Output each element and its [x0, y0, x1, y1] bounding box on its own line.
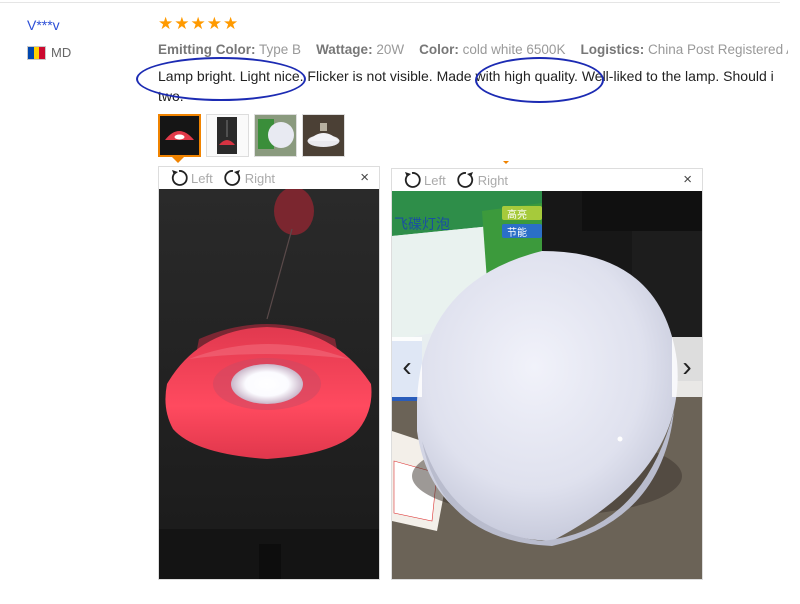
- thumbnail-lamp-hanging[interactable]: [206, 114, 249, 157]
- attr-value: cold white 6500K: [462, 42, 566, 57]
- star-icon: ★: [223, 14, 239, 33]
- star-icon: ★: [174, 14, 190, 33]
- ufo-lamp-photo: 飞碟灯泡 高亮 节能: [392, 191, 702, 579]
- country-code: MD: [51, 45, 72, 60]
- annotation-ellipse: [475, 57, 604, 103]
- review-photo-red-lamp: [159, 189, 379, 579]
- thumbnail-lamp-box[interactable]: [254, 114, 297, 157]
- box-chinese-text: 飞碟灯泡: [394, 217, 450, 233]
- rotate-right-button[interactable]: Right: [456, 171, 508, 189]
- moldova-flag-icon: [27, 45, 46, 60]
- reviewer-name[interactable]: V***v: [27, 17, 60, 33]
- rotate-left-icon: [171, 170, 188, 186]
- selected-thumb-indicator: [172, 157, 184, 163]
- star-icon: ★: [190, 14, 206, 33]
- rotate-right-button[interactable]: Right: [223, 169, 275, 187]
- attr-value: China Post Registered A: [648, 42, 788, 57]
- rotate-left-label: Left: [191, 170, 213, 186]
- attr-value: 20W: [376, 42, 405, 57]
- red-pendant-lamp-thumb-icon: [160, 116, 199, 155]
- attr-label: Emitting Color:: [158, 42, 256, 57]
- chevron-right-icon: ›: [682, 351, 692, 382]
- attr-label: Wattage:: [316, 42, 373, 57]
- rotate-right-label: Right: [477, 172, 509, 188]
- rotate-right-label: Right: [244, 170, 276, 186]
- review-thumbnails: [158, 114, 345, 157]
- selected-thumb-indicator: [503, 161, 509, 164]
- annotation-ellipse: [136, 57, 306, 101]
- attr-label: Logistics:: [580, 42, 645, 57]
- lamp-bulb-thumb-icon: [303, 115, 344, 156]
- image-viewer-right: Left Right × 飞碟灯泡 高亮 节能 ‹ ›: [391, 168, 703, 580]
- lamp-box-thumb-icon: [255, 115, 296, 156]
- thumbnail-red-pendant-lamp[interactable]: [158, 114, 201, 157]
- rotate-left-button[interactable]: Left: [169, 169, 213, 187]
- rotate-left-label: Left: [424, 172, 446, 188]
- star-rating: ★ ★ ★ ★ ★: [158, 14, 238, 34]
- divider: [0, 2, 780, 3]
- rotate-right-icon: [457, 172, 473, 188]
- next-image-button[interactable]: ›: [672, 337, 702, 397]
- rotate-left-icon: [404, 172, 421, 188]
- attr-label: Color:: [419, 42, 459, 57]
- thumbnail-lamp-bulb[interactable]: [302, 114, 345, 157]
- product-attributes: Emitting Color: Type B Wattage: 20W Colo…: [158, 42, 788, 57]
- viewer-toolbar: Left Right ×: [392, 169, 702, 191]
- red-pendant-lamp-photo: [159, 189, 379, 579]
- star-icon: ★: [158, 14, 174, 33]
- viewer-toolbar: Left Right ×: [159, 167, 379, 189]
- attr-value: Type B: [259, 42, 302, 57]
- close-button[interactable]: ×: [360, 169, 369, 186]
- box-badge-2: 节能: [507, 226, 527, 239]
- rotate-right-icon: [224, 170, 240, 186]
- rotate-left-button[interactable]: Left: [402, 171, 446, 189]
- chevron-left-icon: ‹: [402, 351, 412, 382]
- star-icon: ★: [206, 14, 222, 33]
- review-photo-ufo-bulb: 飞碟灯泡 高亮 节能: [392, 191, 702, 579]
- hanging-lamp-thumb-icon: [207, 115, 248, 156]
- previous-image-button[interactable]: ‹: [392, 337, 422, 397]
- image-viewer-left: Left Right ×: [158, 166, 380, 580]
- close-button[interactable]: ×: [683, 171, 692, 188]
- reviewer-country: MD: [27, 45, 71, 60]
- box-badge-1: 高亮: [507, 208, 527, 221]
